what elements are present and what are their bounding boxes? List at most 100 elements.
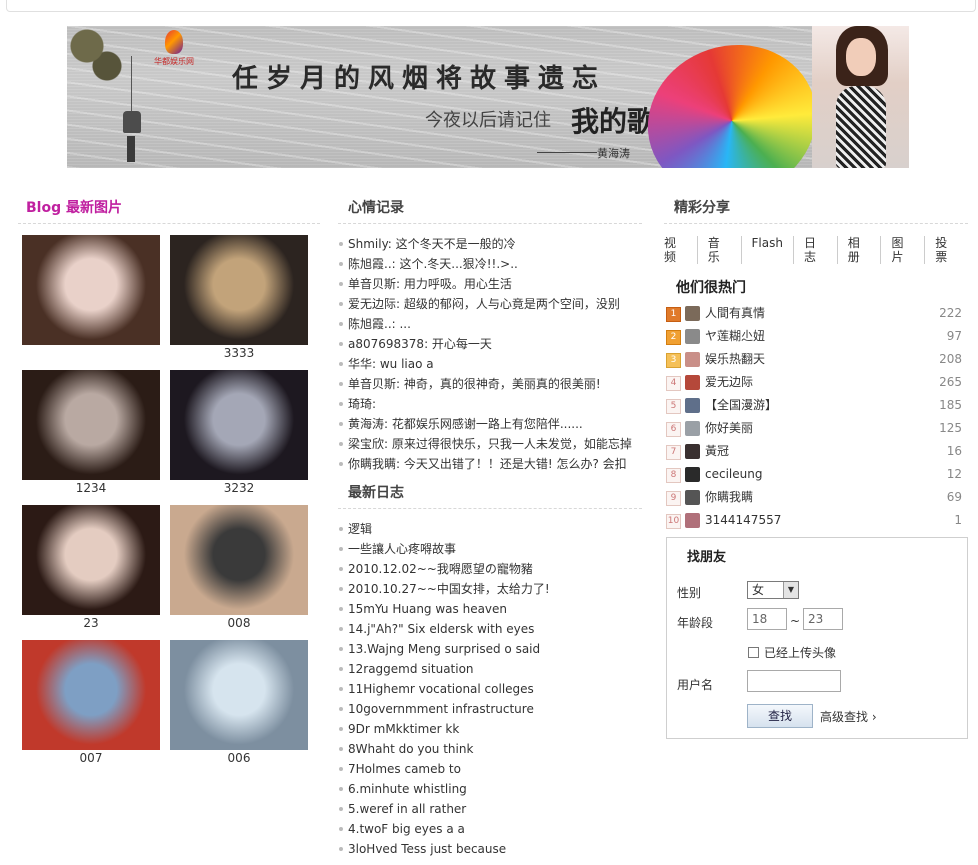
blog-list-item[interactable]: 5.weref in all rather xyxy=(338,799,642,819)
blog-list-item[interactable]: 4.twoF big eyes a a xyxy=(338,819,642,839)
blog-item-text[interactable]: 5.weref in all rather xyxy=(348,802,466,816)
mood-list-item[interactable]: 琦琦: xyxy=(338,394,642,414)
blog-list-item[interactable]: 3loHved Tess just because xyxy=(338,839,642,859)
blog-item-text[interactable]: 8Whaht do you think xyxy=(348,742,473,756)
hot-user-row[interactable]: 4 爱无边际 265 xyxy=(664,371,968,394)
hot-user-name[interactable]: 你好美丽 xyxy=(705,417,753,440)
photo-caption[interactable]: 006 xyxy=(170,750,308,766)
hot-user-row[interactable]: 7 黃冠 16 xyxy=(664,440,968,463)
mood-item-text[interactable]: 华华: wu liao a xyxy=(348,357,434,371)
hot-user-row[interactable]: 9 你瞒我瞒 69 xyxy=(664,486,968,509)
mood-item-text[interactable]: 你瞒我瞒: 今天又出错了！！还是大错! 怎么办? 会扣 xyxy=(348,457,627,471)
blog-list-item[interactable]: 一些讓人心疼嘚故事 xyxy=(338,539,642,559)
hot-user-row[interactable]: 8 cecileung 12 xyxy=(664,463,968,486)
blog-item-text[interactable]: 一些讓人心疼嘚故事 xyxy=(348,542,456,556)
site-logo[interactable]: 华都娱乐网 xyxy=(147,30,201,82)
avatar[interactable] xyxy=(685,306,700,321)
hot-user-name[interactable]: 黃冠 xyxy=(705,440,729,463)
blog-list-item[interactable]: 9Dr mMkktimer kk xyxy=(338,719,642,739)
avatar[interactable] xyxy=(685,375,700,390)
photo-item[interactable]: 3232 xyxy=(170,370,308,496)
mood-item-text[interactable]: 琦琦: xyxy=(348,397,376,411)
photo-thumbnail[interactable] xyxy=(22,370,160,480)
mood-list-item[interactable]: Shmily: 这个冬天不是一般的冷 xyxy=(338,234,642,254)
blog-list-item[interactable]: 14.j"Ah?" Six eldersk with eyes xyxy=(338,619,642,639)
share-link[interactable]: 投票 xyxy=(924,236,968,264)
mood-item-text[interactable]: 梁宝欣: 原来过得很快乐，只我一人未发觉，如能忘掉 xyxy=(348,437,632,451)
blog-list-item[interactable]: 13.Wajng Meng surprised o said xyxy=(338,639,642,659)
mood-item-text[interactable]: Shmily: 这个冬天不是一般的冷 xyxy=(348,237,516,251)
hot-user-name[interactable]: 3144147557 xyxy=(705,509,781,532)
age-from-input[interactable]: 18 xyxy=(747,608,787,630)
avatar[interactable] xyxy=(685,490,700,505)
hot-user-row[interactable]: 1 人間有真情 222 xyxy=(664,302,968,325)
avatar[interactable] xyxy=(685,398,700,413)
photo-caption[interactable]: 23 xyxy=(22,615,160,631)
blog-list-item[interactable]: 逻辑 xyxy=(338,519,642,539)
blog-item-text[interactable]: 逻辑 xyxy=(348,522,372,536)
avatar[interactable] xyxy=(685,513,700,528)
share-link[interactable]: 视频 xyxy=(664,236,697,264)
photo-item[interactable]: 008 xyxy=(170,505,308,631)
hot-user-row[interactable]: 5 【全国漫游】 185 xyxy=(664,394,968,417)
share-link[interactable]: 日志 xyxy=(792,236,837,264)
hot-user-name[interactable]: cecileung xyxy=(705,463,762,486)
share-link[interactable]: 音乐 xyxy=(696,236,741,264)
photo-thumbnail[interactable] xyxy=(170,235,308,345)
blog-item-text[interactable]: 11Highemr vocational colleges xyxy=(348,682,534,696)
avatar[interactable] xyxy=(685,467,700,482)
advanced-search-link[interactable]: 高级查找 › xyxy=(820,708,877,725)
hot-user-row[interactable]: 6 你好美丽 125 xyxy=(664,417,968,440)
mood-list-item[interactable]: 单音贝斯: 神奇，真的很神奇，美丽真的很美丽! xyxy=(338,374,642,394)
photo-item[interactable]: 3333 xyxy=(170,235,308,361)
blog-list-item[interactable]: 8Whaht do you think xyxy=(338,739,642,759)
hot-user-name[interactable]: 娱乐热翻天 xyxy=(705,348,765,371)
username-input[interactable] xyxy=(747,670,841,692)
photo-caption[interactable]: 1234 xyxy=(22,480,160,496)
mood-item-text[interactable]: a807698378: 开心每一天 xyxy=(348,337,492,351)
search-button[interactable]: 查找 xyxy=(747,704,813,728)
mood-list-item[interactable]: 单音贝斯: 用力呼吸。用心生活 xyxy=(338,274,642,294)
photo-item[interactable]: 1234 xyxy=(22,370,160,496)
blog-list-item[interactable]: 2010.10.27~~中国女排，太给力了! xyxy=(338,579,642,599)
blog-item-text[interactable]: 14.j"Ah?" Six eldersk with eyes xyxy=(348,622,534,636)
hot-user-name[interactable]: ヤ莲糊尐妞 xyxy=(705,325,765,348)
photo-item[interactable]: 23 xyxy=(22,505,160,631)
has-avatar-checkbox[interactable] xyxy=(748,647,759,658)
hot-user-name[interactable]: 爱无边际 xyxy=(705,371,753,394)
blog-list-item[interactable]: 11Highemr vocational colleges xyxy=(338,679,642,699)
mood-list-item[interactable]: 梁宝欣: 原来过得很快乐，只我一人未发觉，如能忘掉 xyxy=(338,434,642,454)
hot-user-name[interactable]: 【全国漫游】 xyxy=(705,394,777,417)
hot-user-row[interactable]: 3 娱乐热翻天 208 xyxy=(664,348,968,371)
blog-list-item[interactable]: 12raggemd situation xyxy=(338,659,642,679)
mood-list-item[interactable]: 陈旭霞..: ... xyxy=(338,314,642,334)
photo-thumbnail[interactable] xyxy=(22,235,160,345)
share-link[interactable]: 相册 xyxy=(836,236,881,264)
mood-item-text[interactable]: 陈旭霞..: 这个.冬天...狠冷!!.>.. xyxy=(348,257,518,271)
hot-user-name[interactable]: 你瞒我瞒 xyxy=(705,486,753,509)
share-link[interactable]: 图片 xyxy=(880,236,924,264)
photo-thumbnail[interactable] xyxy=(170,640,308,750)
photo-thumbnail[interactable] xyxy=(22,640,160,750)
photo-caption[interactable]: 3333 xyxy=(170,345,308,361)
blog-item-text[interactable]: 6.minhute whistling xyxy=(348,782,467,796)
hot-user-row[interactable]: 2 ヤ莲糊尐妞 97 xyxy=(664,325,968,348)
avatar[interactable] xyxy=(685,352,700,367)
blog-list-item[interactable]: 10governmment infrastructure xyxy=(338,699,642,719)
blog-item-text[interactable]: 4.twoF big eyes a a xyxy=(348,822,465,836)
photo-thumbnail[interactable] xyxy=(170,505,308,615)
blog-item-text[interactable]: 13.Wajng Meng surprised o said xyxy=(348,642,540,656)
photo-caption[interactable]: 3232 xyxy=(170,480,308,496)
photo-item[interactable]: 007 xyxy=(22,640,160,766)
share-link[interactable]: Flash xyxy=(740,236,793,264)
mood-list-item[interactable]: 你瞒我瞒: 今天又出错了！！还是大错! 怎么办? 会扣 xyxy=(338,454,642,474)
photo-thumbnail[interactable] xyxy=(170,370,308,480)
mood-list-item[interactable]: 黄海涛: 花都娱乐网感谢一路上有您陪伴...... xyxy=(338,414,642,434)
blog-item-text[interactable]: 9Dr mMkktimer kk xyxy=(348,722,459,736)
blog-list-item[interactable]: 7Holmes cameb to xyxy=(338,759,642,779)
blog-list-item[interactable]: 6.minhute whistling xyxy=(338,779,642,799)
hot-user-name[interactable]: 人間有真情 xyxy=(705,302,765,325)
mood-list-item[interactable]: 华华: wu liao a xyxy=(338,354,642,374)
mood-list-item[interactable]: 爱无边际: 超级的郁闷，人与心竟是两个空间，没别 xyxy=(338,294,642,314)
blog-item-text[interactable]: 3loHved Tess just because xyxy=(348,842,506,856)
